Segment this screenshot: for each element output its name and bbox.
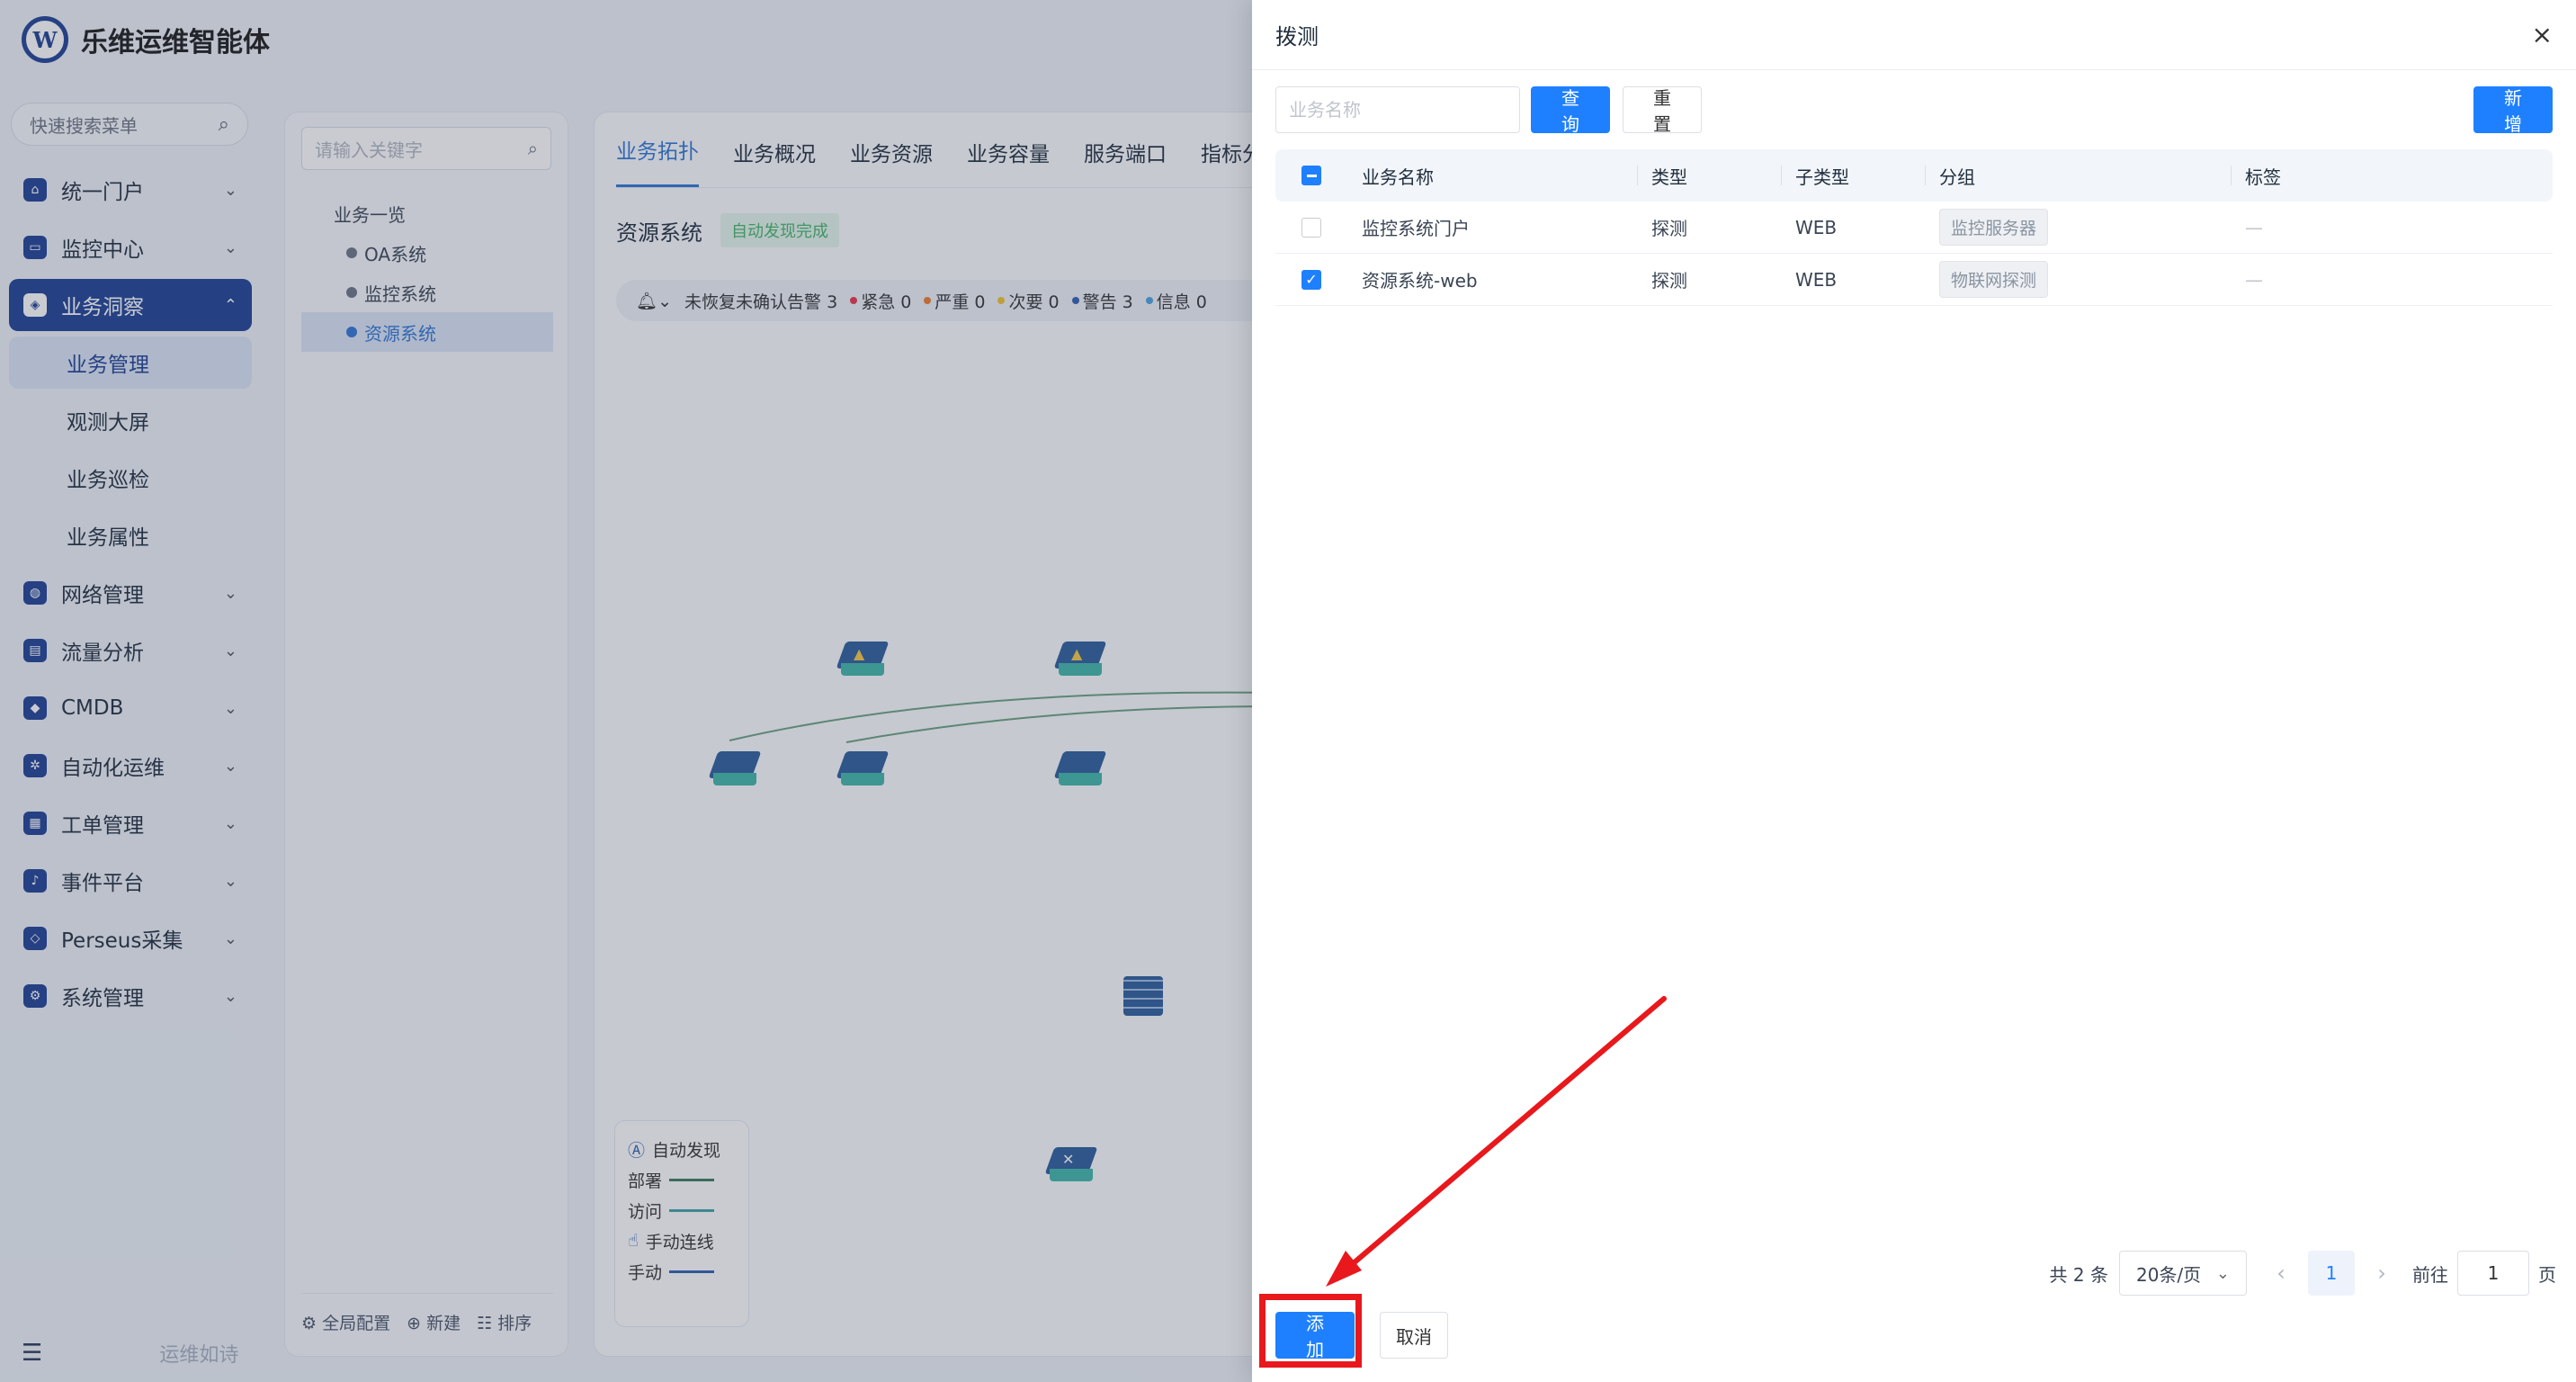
table-row[interactable]: ✓ 资源系统-web 探测 WEB 物联网探测 — — [1275, 254, 2553, 306]
cell-group: 监控服务器 — [1925, 202, 2231, 253]
cancel-button[interactable]: 取消 — [1380, 1312, 1448, 1359]
query-button[interactable]: 查询 — [1531, 86, 1610, 135]
column-header-subtype: 子类型 — [1781, 149, 1925, 202]
page-size-select[interactable]: 20条/页 ⌄ — [2119, 1251, 2247, 1296]
cell-type: 探测 — [1651, 270, 1687, 292]
column-header-group: 分组 — [1925, 149, 2231, 202]
next-page-icon[interactable]: › — [2360, 1261, 2403, 1286]
row-checkbox-cell — [1275, 202, 1347, 253]
column-header-tag: 标签 — [2231, 149, 2553, 202]
header-checkbox-cell — [1275, 149, 1347, 202]
page-size-value: 20条/页 — [2136, 1263, 2202, 1286]
column-header-type: 类型 — [1637, 149, 1781, 202]
dial-test-table: 业务名称 类型 子类型 分组 标签 监控系统门户 探测 WEB 监控服务器 — … — [1275, 149, 2553, 306]
prev-page-icon[interactable]: ‹ — [2259, 1261, 2303, 1286]
annotation-highlight-box — [1259, 1294, 1362, 1368]
cell-name: 资源系统-web — [1362, 270, 1478, 292]
cell-tag: — — [2231, 202, 2553, 253]
page-suffix-label: 页 — [2538, 1263, 2556, 1286]
goto-page-input[interactable] — [2457, 1251, 2529, 1296]
pagination-total: 共 2 条 — [2049, 1263, 2108, 1286]
table-header: 业务名称 类型 子类型 分组 标签 — [1275, 149, 2553, 202]
row-checkbox-cell: ✓ — [1275, 254, 1347, 305]
dial-test-drawer: 拨测 × 查询 重置 新增 业务名称 类型 子类型 分组 标签 监控系统门户 探… — [1252, 0, 2576, 1382]
new-button[interactable]: 新增 — [2473, 86, 2553, 135]
chevron-down-icon: ⌄ — [2215, 1263, 2230, 1283]
page-number-current[interactable]: 1 — [2308, 1251, 2355, 1296]
tag-empty: — — [2245, 268, 2263, 291]
drawer-toolbar: 查询 重置 新增 — [1275, 86, 2553, 135]
close-icon[interactable]: × — [2532, 20, 2553, 49]
drawer-header: 拨测 × — [1252, 0, 2576, 70]
column-header-name: 业务名称 — [1362, 166, 1434, 188]
modal-overlay[interactable] — [0, 0, 1252, 1382]
group-tag: 物联网探测 — [1939, 261, 2049, 298]
cell-tag: — — [2231, 254, 2553, 305]
cell-type: 探测 — [1651, 218, 1687, 239]
reset-button[interactable]: 重置 — [1623, 86, 1702, 135]
group-tag: 监控服务器 — [1939, 209, 2049, 246]
cell-subtype: WEB — [1795, 268, 1838, 291]
table-row[interactable]: 监控系统门户 探测 WEB 监控服务器 — — [1275, 202, 2553, 254]
row-checkbox[interactable] — [1301, 217, 1321, 238]
cell-group: 物联网探测 — [1925, 254, 2231, 305]
drawer-title: 拨测 — [1275, 24, 1319, 49]
cell-name: 监控系统门户 — [1362, 218, 1470, 239]
select-all-checkbox[interactable] — [1301, 166, 1321, 185]
goto-label: 前往 — [2412, 1263, 2448, 1286]
cell-subtype: WEB — [1795, 216, 1838, 238]
pagination: 共 2 条 20条/页 ⌄ ‹ 1 › 前往 页 — [2050, 1249, 2556, 1297]
row-checkbox[interactable]: ✓ — [1301, 269, 1321, 290]
business-name-input[interactable] — [1275, 86, 1520, 133]
tag-empty: — — [2245, 216, 2263, 238]
